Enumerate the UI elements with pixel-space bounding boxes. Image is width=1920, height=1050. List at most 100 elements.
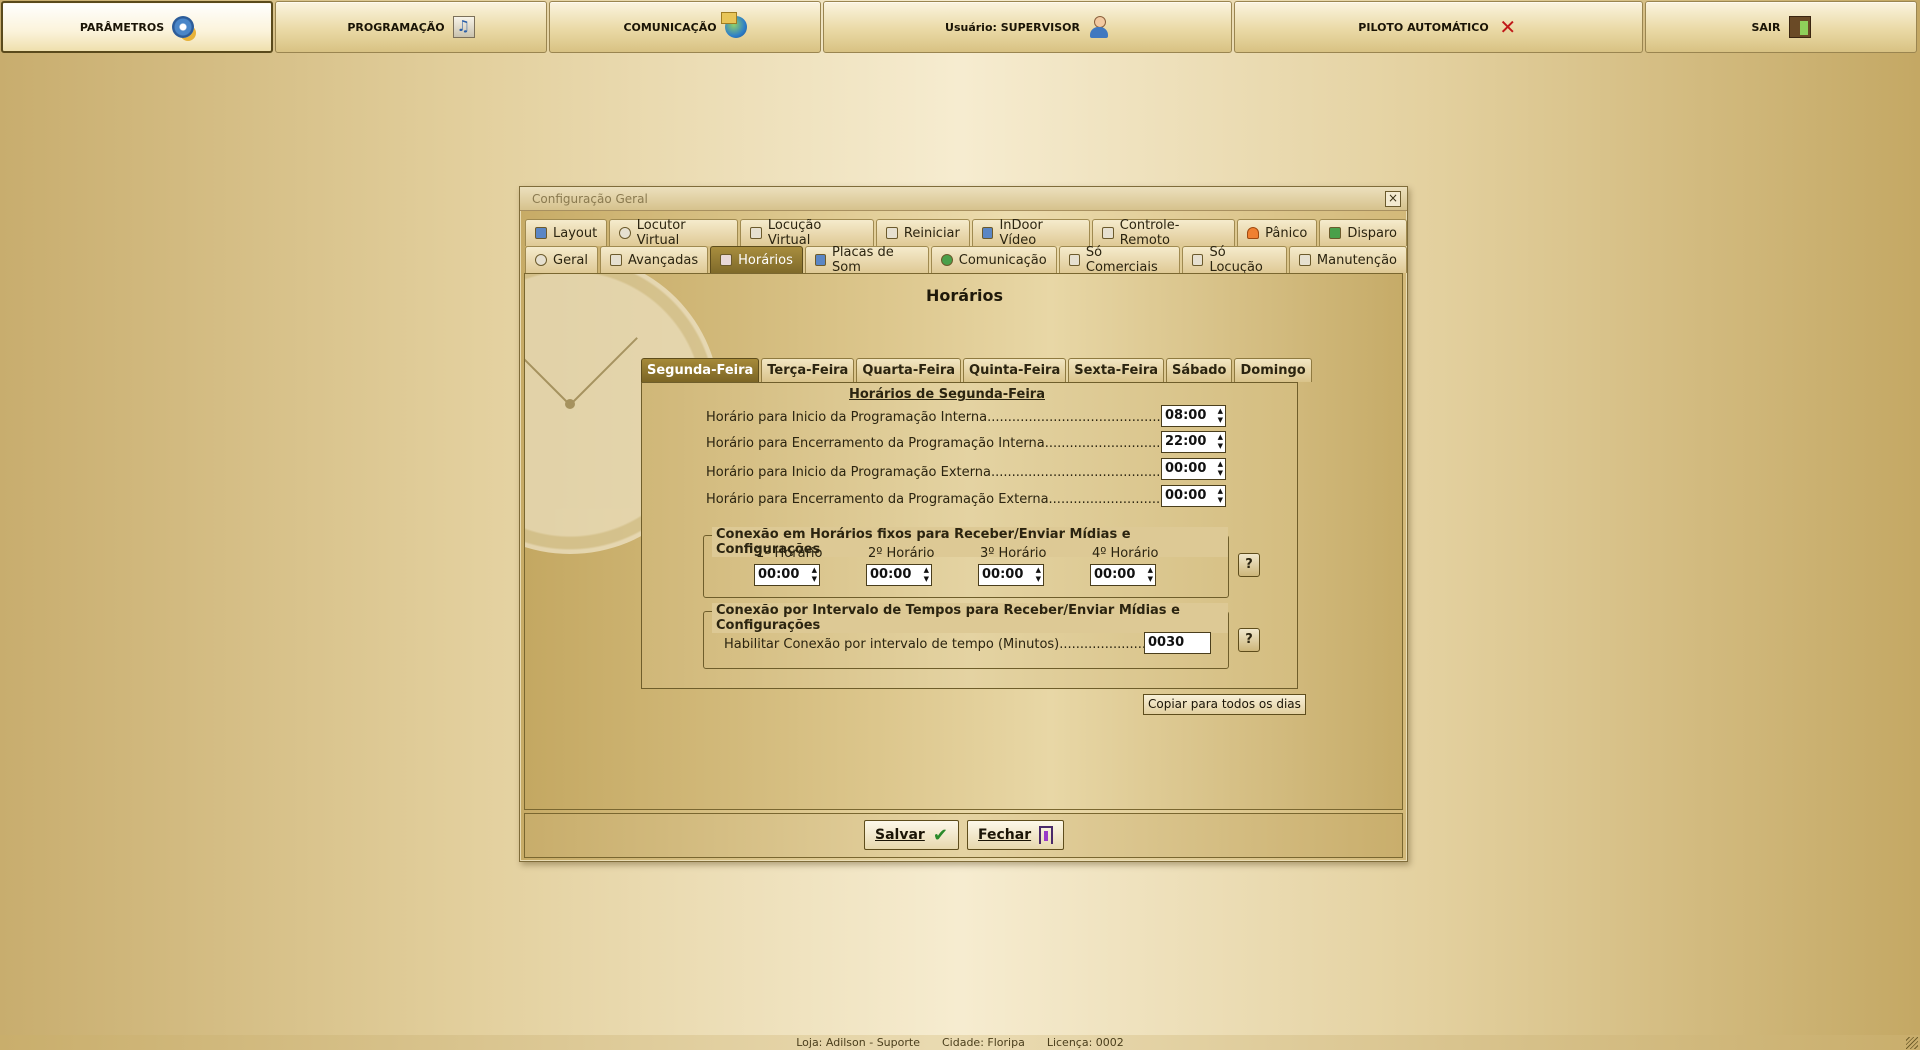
window-actions-panel: Salvar ✔ Fechar [524,813,1403,858]
spinner-arrows-icon[interactable]: ▲ ▼ [1036,566,1041,584]
nav-comunicacao-button[interactable]: COMUNICAÇÃO [549,1,821,53]
spinner-arrows-icon[interactable]: ▲ ▼ [1218,433,1223,451]
remote-control-icon [1102,227,1114,239]
top-navigation: PARÂMETROS PROGRAMAÇÃO COMUNICAÇÃO Usuár… [0,0,1920,54]
encerramento-interna-label: Horário para Encerramento da Programação… [706,436,1165,451]
spinner-arrows-icon[interactable]: ▲ ▼ [1148,566,1153,584]
window-title-bar[interactable]: Configuração Geral × [520,187,1407,211]
tab-row-2: Geral Avançadas Horários Placas de Som C… [525,245,1407,275]
horario-3-time-input[interactable]: 00:00 ▲ ▼ [978,564,1044,586]
tab-manutencao[interactable]: Manutenção [1288,246,1407,273]
copy-to-all-days-button[interactable]: Copiar para todos os dias [1143,694,1306,715]
gear-icon [172,16,195,38]
tab-label: Manutenção [1316,252,1397,268]
tab-label: Locução Virtual [767,218,822,248]
tab-locucao-virtual[interactable]: Locução Virtual [740,218,874,248]
time-value: 00:00 [1165,461,1207,476]
interval-legend: Conexão por Intervalo de Tempos para Rec… [712,603,1228,633]
horario-2-label: 2º Horário [868,546,935,561]
tab-layout[interactable]: Layout [525,219,608,246]
tab-indoor-video[interactable]: InDoor Vídeo [971,218,1091,248]
fixed-times-help-button[interactable]: ? [1238,553,1260,577]
close-icon[interactable]: × [1385,191,1401,207]
tab-locutor-virtual[interactable]: Locutor Virtual [609,218,739,248]
tab-sabado[interactable]: Sábado [1166,358,1233,382]
spinner-arrows-icon[interactable]: ▲ ▼ [1218,407,1223,425]
tab-avancadas[interactable]: Avançadas [600,246,709,273]
nav-piloto-automatico-button[interactable]: PILOTO AUTOMÁTICO ✕ [1234,1,1643,53]
tab-comunicacao[interactable]: Comunicação [930,246,1057,273]
globe-icon [720,12,747,38]
x-icon: ✕ [1499,15,1517,39]
tab-segunda-feira[interactable]: Segunda-Feira [641,358,760,382]
resize-grip-icon[interactable] [1906,1037,1918,1049]
restart-icon [885,227,898,239]
interval-help-button[interactable]: ? [1238,628,1260,652]
close-label: Fechar [978,827,1032,843]
tab-sexta-feira[interactable]: Sexta-Feira [1068,358,1165,382]
configuracao-geral-window: Configuração Geral × Layout Locutor Virt… [519,186,1408,862]
tab-terca-feira[interactable]: Terça-Feira [761,358,855,382]
inicio-interna-label: Horário para Inicio da Programação Inter… [706,410,1166,425]
encerramento-externa-time-input[interactable]: 00:00 ▲ ▼ [1161,485,1226,507]
time-value: 00:00 [870,567,912,582]
nav-usuario-button[interactable]: Usuário: SUPERVISOR [823,1,1232,53]
nav-sair-button[interactable]: SAIR [1645,1,1917,53]
exit-door-icon [1788,16,1811,38]
save-button[interactable]: Salvar ✔ [864,820,959,850]
nav-programacao-button[interactable]: PROGRAMAÇÃO [275,1,547,53]
tab-reiniciar[interactable]: Reiniciar [875,219,970,246]
tab-label: Só Comerciais [1085,245,1158,275]
tab-label: Reiniciar [903,225,960,241]
tab-horarios[interactable]: Horários [710,246,803,273]
tab-controle-remoto[interactable]: Controle-Remoto [1092,218,1236,248]
window-title: Configuração Geral [532,192,648,206]
inicio-interna-time-input[interactable]: 08:00 ▲ ▼ [1161,405,1226,427]
spinner-arrows-icon[interactable]: ▲ ▼ [1218,487,1223,505]
tab-label: Placas de Som [832,245,894,275]
time-value: 22:00 [1165,434,1207,449]
inicio-externa-label: Horário para Inicio da Programação Exter… [706,465,1165,480]
tab-disparo[interactable]: Disparo [1319,219,1407,246]
tab-quinta-feira[interactable]: Quinta-Feira [963,358,1067,382]
maintenance-icon [1298,254,1311,266]
settings-list-icon [610,254,622,266]
tab-label: Geral [553,252,588,268]
nav-parametros-label: PARÂMETROS [79,20,165,34]
interval-minutes-input[interactable]: 0030 [1144,632,1211,654]
nav-sair-label: SAIR [1751,20,1781,34]
tab-so-comerciais[interactable]: Só Comerciais [1058,245,1181,275]
status-bar: Loja: Adilson - Suporte Cidade: Floripa … [0,1035,1920,1050]
trigger-icon [1329,227,1342,239]
tab-label: Horários [738,252,793,268]
horario-4-time-input[interactable]: 00:00 ▲ ▼ [1090,564,1156,586]
nav-parametros-button[interactable]: PARÂMETROS [1,1,273,53]
inicio-externa-time-input[interactable]: 00:00 ▲ ▼ [1161,458,1226,480]
layout-icon [535,227,547,239]
commercials-icon [1068,254,1080,266]
tab-placas-de-som[interactable]: Placas de Som [804,245,929,275]
tab-label: Avançadas [628,252,699,268]
calendar-icon [720,254,733,266]
tab-domingo[interactable]: Domingo [1234,358,1312,382]
encerramento-interna-time-input[interactable]: 22:00 ▲ ▼ [1161,431,1226,453]
sound-card-icon [814,254,827,266]
tab-label: InDoor Vídeo [999,218,1043,248]
tab-quarta-feira[interactable]: Quarta-Feira [856,358,962,382]
tab-so-locucao[interactable]: Só Locução [1182,245,1287,275]
horario-4-label: 4º Horário [1092,546,1159,561]
fixed-times-group: Conexão em Horários fixos para Receber/E… [703,527,1229,598]
spinner-arrows-icon[interactable]: ▲ ▼ [924,566,929,584]
spinner-arrows-icon[interactable]: ▲ ▼ [812,566,817,584]
time-value: 08:00 [1165,408,1207,423]
spinner-arrows-icon[interactable]: ▲ ▼ [1218,460,1223,478]
tab-label: Locutor Virtual [636,218,686,248]
gear-icon [535,254,547,266]
horario-2-time-input[interactable]: 00:00 ▲ ▼ [866,564,932,586]
close-button[interactable]: Fechar [967,820,1065,850]
horario-1-time-input[interactable]: 00:00 ▲ ▼ [754,564,820,586]
tab-row-1: Layout Locutor Virtual Locução Virtual R… [525,218,1407,248]
tab-panico[interactable]: Pânico [1237,219,1318,246]
tab-geral[interactable]: Geral [525,246,598,273]
status-cidade: Cidade: Floripa [941,1036,1025,1049]
